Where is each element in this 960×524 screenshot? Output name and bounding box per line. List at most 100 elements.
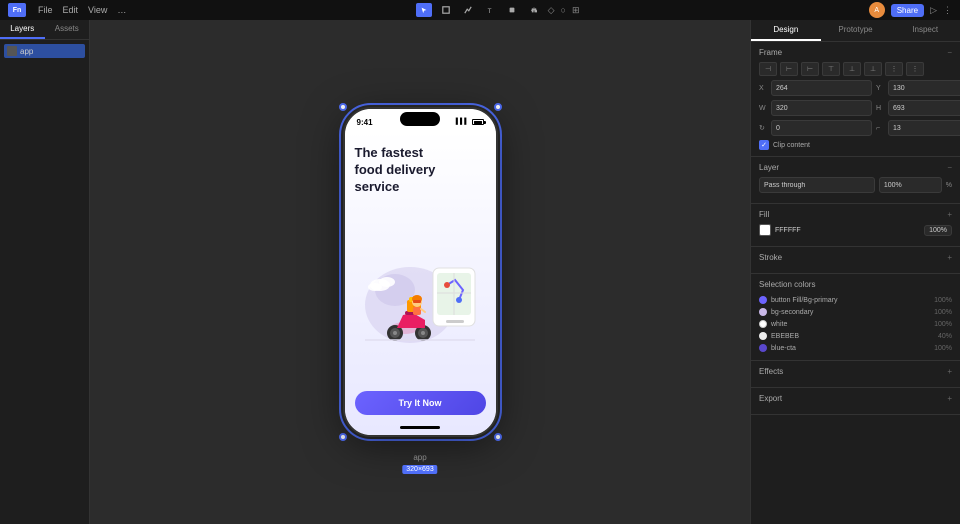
layer-item-app[interactable]: app [4, 44, 85, 58]
align-right[interactable]: ⊢ [801, 62, 819, 76]
phone-status-icons: ▌▌▌ [456, 119, 484, 125]
selection-color-hex-4: 40% [938, 333, 952, 340]
selection-color-item-2[interactable]: bg-secondary 100% [759, 306, 952, 318]
nav-file[interactable]: File [38, 5, 53, 15]
export-title: Export [759, 394, 782, 403]
selection-color-hex-2: 100% [934, 309, 952, 316]
export-add-btn[interactable]: + [947, 394, 952, 403]
right-panel: Design Prototype Inspect Frame − ⊣ ⊢ ⊢ ⊤… [750, 20, 960, 524]
align-top[interactable]: ⊤ [822, 62, 840, 76]
effects-add-btn[interactable]: + [947, 367, 952, 376]
align-center-v[interactable]: ⊥ [843, 62, 861, 76]
frame-tool[interactable] [438, 3, 454, 17]
avatar[interactable]: A [869, 2, 885, 18]
home-indicator [400, 426, 440, 429]
tab-layers[interactable]: Layers [0, 20, 45, 39]
tab-inspect[interactable]: Inspect [890, 20, 960, 41]
x-input[interactable] [771, 80, 872, 96]
stroke-section-header: Stroke + [759, 253, 952, 262]
top-bar-nav: File Edit View … [38, 5, 126, 15]
effects-section-header: Effects + [759, 367, 952, 376]
h-label: H [876, 105, 886, 112]
selection-colors-title: Selection colors [759, 280, 815, 289]
grid-icon[interactable]: ⊞ [572, 5, 580, 16]
tab-design[interactable]: Design [751, 20, 821, 41]
clip-content-row: ✓ Clip content [759, 140, 952, 150]
app-logo[interactable]: Fn [8, 3, 26, 17]
selection-color-item-4[interactable]: EBEBEB 40% [759, 330, 952, 342]
xy-row: X Y [759, 80, 952, 96]
logo-text: Fn [13, 7, 22, 14]
pen-tool[interactable] [460, 3, 476, 17]
move-tool[interactable] [416, 3, 432, 17]
nav-view[interactable]: View [88, 5, 107, 15]
x-label: X [759, 85, 769, 92]
left-panel: Layers Assets app [0, 20, 90, 524]
share-button[interactable]: Share [891, 4, 924, 17]
y-input[interactable] [888, 80, 960, 96]
handle-bottom-right[interactable] [494, 433, 502, 441]
phone-illustration [355, 200, 486, 391]
clip-checkbox[interactable]: ✓ [759, 140, 769, 150]
selection-color-dot-4 [759, 332, 767, 340]
phone-time: 9:41 [357, 118, 373, 127]
frame-section-toggle[interactable]: − [947, 48, 952, 57]
nav-more[interactable]: … [117, 5, 126, 15]
rp-tabs: Design Prototype Inspect [751, 20, 960, 42]
fill-color-swatch[interactable] [759, 224, 771, 236]
battery-icon [472, 119, 484, 125]
selection-color-label-3: white [771, 321, 930, 328]
phone-headline: The fastest food delivery service [355, 145, 440, 196]
corner-input-group: ⌐ [876, 120, 960, 136]
zoom-icon[interactable]: ⋮ [943, 5, 952, 16]
align-left[interactable]: ⊣ [759, 62, 777, 76]
tab-prototype[interactable]: Prototype [821, 20, 891, 41]
stroke-add-btn[interactable]: + [947, 253, 952, 262]
selection-color-item-5[interactable]: blue-cta 100% [759, 342, 952, 354]
w-input[interactable] [771, 100, 872, 116]
shape-tool[interactable] [504, 3, 520, 17]
selection-color-dot-2 [759, 308, 767, 316]
effects-section: Effects + [751, 361, 960, 388]
play-icon[interactable]: ▷ [930, 5, 937, 16]
distribute-h[interactable]: ⋮ [885, 62, 903, 76]
distribute-v[interactable]: ⋮ [906, 62, 924, 76]
rotate-input[interactable] [771, 120, 872, 136]
avatar-initials: A [874, 7, 879, 14]
text-tool[interactable]: T [482, 3, 498, 17]
rotate-input-group: ↻ [759, 120, 872, 136]
align-center-h[interactable]: ⊢ [780, 62, 798, 76]
circle-icon[interactable]: ○ [561, 5, 566, 15]
blend-row: % [759, 177, 952, 193]
canvas-area[interactable]: 9:41 ▌▌▌ The fastest food delivery servi… [90, 20, 750, 524]
handle-bottom-left[interactable] [339, 433, 347, 441]
fill-add-btn[interactable]: + [947, 210, 952, 219]
tab-assets[interactable]: Assets [45, 20, 90, 39]
selection-color-item-3[interactable]: white 100% [759, 318, 952, 330]
fill-color-row: FFFFFF 100% [759, 224, 952, 236]
cta-button[interactable]: Try It Now [355, 391, 486, 415]
y-label: Y [876, 85, 886, 92]
align-bottom[interactable]: ⊥ [864, 62, 882, 76]
phone-cta: Try It Now [355, 391, 486, 415]
w-input-group: W [759, 100, 872, 116]
nav-edit[interactable]: Edit [63, 5, 79, 15]
fill-color-hex: FFFFFF [775, 227, 801, 234]
opacity-input[interactable] [879, 177, 942, 193]
fill-section: Fill + FFFFFF 100% [751, 204, 960, 247]
top-bar-icons: ◇ ○ ⊞ [548, 5, 580, 16]
corner-input[interactable] [888, 120, 960, 136]
signal-icon: ▌▌▌ [456, 119, 469, 125]
opacity-label: % [946, 182, 952, 189]
selection-color-item-1[interactable]: button Fill/Bg-primary 100% [759, 294, 952, 306]
blend-mode-input[interactable] [759, 177, 875, 193]
h-input[interactable] [888, 100, 960, 116]
layer-section-icon[interactable]: − [947, 163, 952, 172]
phone-status-bar: 9:41 ▌▌▌ [345, 109, 496, 131]
selection-color-label-1: button Fill/Bg-primary [771, 297, 930, 304]
hand-tool[interactable] [526, 3, 542, 17]
frame-section-header: Frame − [759, 48, 952, 57]
diamond-icon[interactable]: ◇ [548, 5, 555, 16]
selection-color-hex-1: 100% [934, 297, 952, 304]
canvas-label: app [413, 453, 426, 462]
